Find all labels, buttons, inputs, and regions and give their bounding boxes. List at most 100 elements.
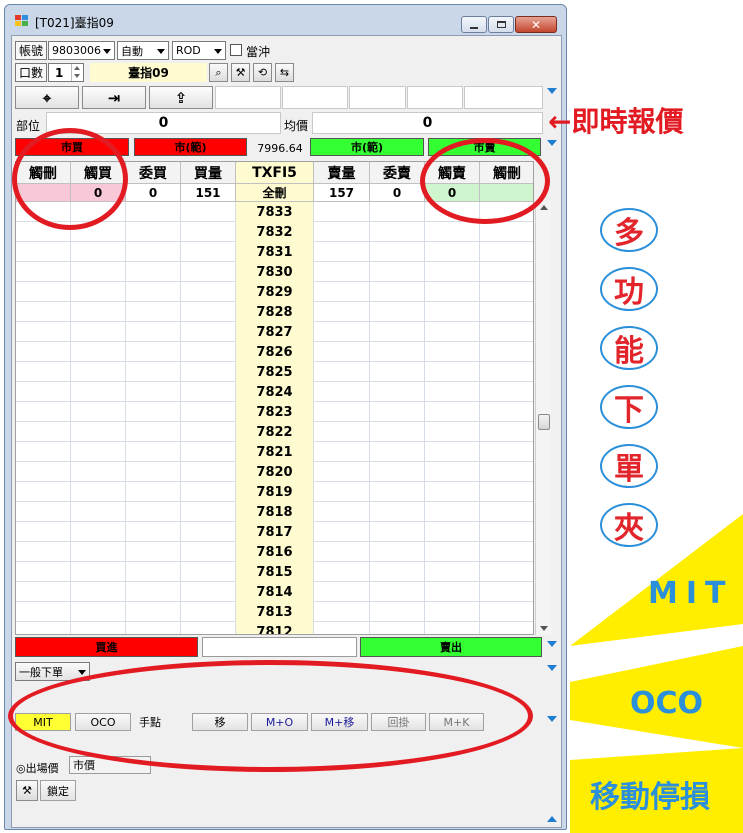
order-cell[interactable] [370,322,425,342]
order-cell[interactable] [181,582,236,602]
order-cell[interactable] [181,382,236,402]
order-cell[interactable] [16,402,71,422]
order-cell[interactable] [480,322,533,342]
order-cell[interactable] [181,282,236,302]
order-cell[interactable] [314,522,370,542]
order-cell[interactable] [425,562,480,582]
order-cell[interactable] [181,542,236,562]
refresh-button[interactable]: ⟲ [253,63,272,82]
order-cell[interactable] [181,522,236,542]
scrollbar-thumb[interactable] [538,414,550,430]
collapse-icon[interactable] [547,716,557,722]
order-cell[interactable] [181,622,236,634]
order-cell[interactable] [480,382,533,402]
order-cell[interactable] [314,382,370,402]
order-cell[interactable] [425,442,480,462]
order-cell[interactable] [16,442,71,462]
order-cell[interactable] [16,342,71,362]
order-cell[interactable] [126,242,181,262]
order-cell[interactable] [181,342,236,362]
order-cell[interactable] [480,282,533,302]
order-cell[interactable] [71,402,126,422]
order-cell[interactable] [370,382,425,402]
order-cell[interactable] [71,382,126,402]
order-cell[interactable] [314,262,370,282]
order-cell[interactable] [425,622,480,634]
order-cell[interactable] [314,602,370,622]
order-cell[interactable] [370,582,425,602]
collapse-icon[interactable] [547,665,557,671]
order-cell[interactable] [16,322,71,342]
sell-button[interactable]: 賣出 [360,637,542,657]
order-cell[interactable] [480,562,533,582]
order-cell[interactable] [425,462,480,482]
order-cell[interactable] [480,502,533,522]
ladder-scrollbar[interactable] [535,201,551,635]
order-cell[interactable] [480,462,533,482]
exit-button[interactable]: ⇥ [82,86,146,109]
order-cell[interactable] [181,482,236,502]
order-cell[interactable] [370,462,425,482]
order-cell[interactable] [480,542,533,562]
order-cell[interactable] [425,522,480,542]
order-cell[interactable] [71,542,126,562]
order-cell[interactable] [16,482,71,502]
collapse-icon[interactable] [547,641,557,647]
order-cell[interactable] [181,502,236,522]
order-cell[interactable] [370,302,425,322]
order-cell[interactable] [71,462,126,482]
locate-button[interactable]: ⌖ [15,86,79,109]
order-cell[interactable] [71,482,126,502]
order-cell[interactable] [126,562,181,582]
order-cell[interactable] [71,582,126,602]
order-cell[interactable] [126,482,181,502]
order-cell[interactable] [126,442,181,462]
expand-icon[interactable] [547,816,557,822]
buy-button[interactable]: 買進 [15,637,198,657]
order-cell[interactable] [314,562,370,582]
order-cell[interactable] [126,622,181,634]
order-cell[interactable] [126,582,181,602]
order-cell[interactable] [314,482,370,502]
order-cell[interactable] [370,442,425,462]
order-cell[interactable] [16,582,71,602]
order-cell[interactable] [16,602,71,622]
order-cell[interactable] [126,202,181,222]
order-cell[interactable] [370,602,425,622]
order-cell[interactable] [71,362,126,382]
order-cell[interactable] [314,242,370,262]
price-input[interactable] [202,637,357,657]
order-cell[interactable] [71,602,126,622]
order-cell[interactable] [126,382,181,402]
order-cell[interactable] [370,622,425,634]
order-cell[interactable] [71,282,126,302]
order-cell[interactable] [314,462,370,482]
order-cell[interactable] [181,402,236,422]
order-cell[interactable] [126,522,181,542]
order-cell[interactable] [480,342,533,362]
order-cell[interactable] [181,442,236,462]
order-cell[interactable] [370,522,425,542]
order-cell[interactable] [126,502,181,522]
order-cell[interactable] [314,542,370,562]
maximize-button[interactable] [488,16,514,33]
order-cell[interactable] [425,482,480,502]
order-cell[interactable] [71,502,126,522]
order-cell[interactable] [370,422,425,442]
lock-button[interactable]: 鎖定 [40,780,76,801]
order-cell[interactable] [126,362,181,382]
order-cell[interactable] [314,442,370,462]
order-cell[interactable] [71,302,126,322]
order-cell[interactable] [181,362,236,382]
order-cell[interactable] [480,442,533,462]
order-cell[interactable] [425,302,480,322]
order-cell[interactable] [370,362,425,382]
order-cell[interactable] [126,322,181,342]
order-cell[interactable] [480,622,533,634]
order-cell[interactable] [126,342,181,362]
order-cell[interactable] [425,262,480,282]
order-cell[interactable] [425,422,480,442]
order-cell[interactable] [181,422,236,442]
order-cell[interactable] [181,262,236,282]
order-cell[interactable] [314,322,370,342]
